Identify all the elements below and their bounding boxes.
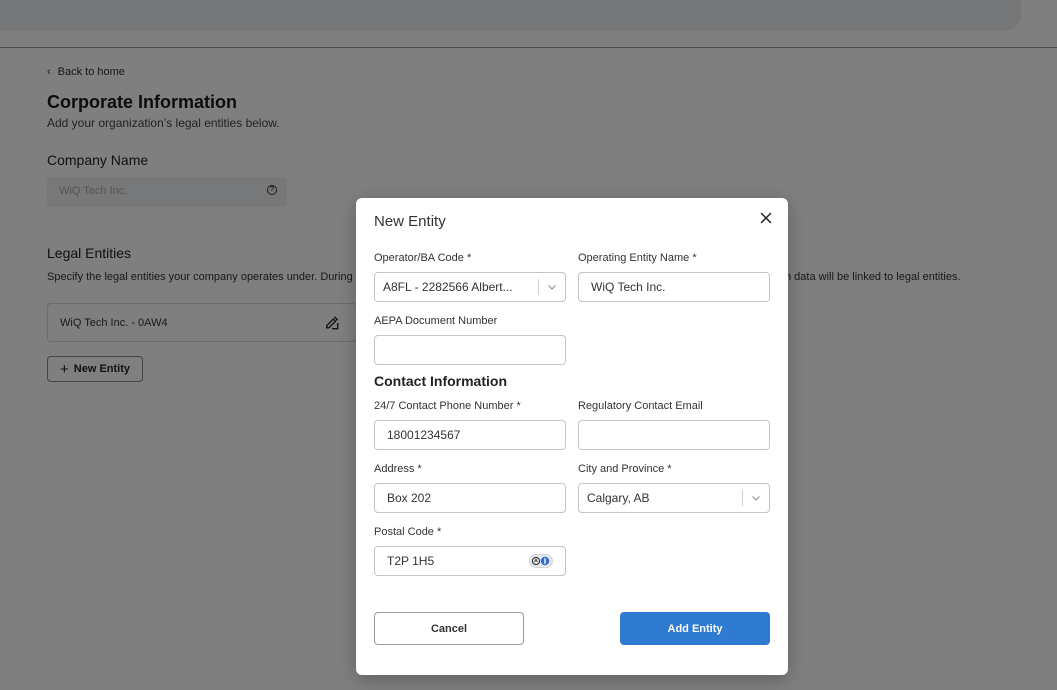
aepa-document-number-label: AEPA Document Number (374, 315, 498, 327)
new-entity-modal: New Entity Operator/BA Code * A8FL - 228… (356, 198, 788, 675)
regulatory-email-input[interactable] (578, 420, 770, 450)
operating-entity-name-input[interactable]: WiQ Tech Inc. (578, 272, 770, 302)
regulatory-email-label: Regulatory Contact Email (578, 400, 703, 412)
postal-code-value: T2P 1H5 (387, 554, 435, 568)
contact-phone-label: 24/7 Contact Phone Number * (374, 400, 521, 412)
operator-code-value: A8FL - 2282566 Albert... (383, 280, 513, 294)
operating-entity-name-label: Operating Entity Name * (578, 252, 697, 264)
close-icon (760, 212, 772, 224)
add-entity-button[interactable]: Add Entity (620, 612, 770, 645)
address-input[interactable]: Box 202 (374, 483, 566, 513)
operator-code-label: Operator/BA Code * (374, 252, 472, 264)
close-button[interactable] (758, 210, 774, 226)
address-label: Address * (374, 463, 422, 475)
aepa-document-number-input[interactable] (374, 335, 566, 365)
city-province-select[interactable]: Calgary, AB (578, 483, 770, 513)
select-separator (538, 279, 539, 295)
postal-code-input[interactable]: T2P 1H5 (374, 546, 566, 576)
cancel-button[interactable]: Cancel (374, 612, 524, 645)
password-manager-icon[interactable] (529, 553, 553, 569)
chevron-down-icon (548, 285, 556, 290)
contact-information-heading: Contact Information (374, 373, 507, 389)
contact-phone-input[interactable]: 18001234567 (374, 420, 566, 450)
select-separator (742, 490, 743, 506)
chevron-down-icon (752, 496, 760, 501)
city-province-label: City and Province * (578, 463, 672, 475)
operator-code-select[interactable]: A8FL - 2282566 Albert... (374, 272, 566, 302)
city-province-value: Calgary, AB (587, 491, 650, 505)
modal-title: New Entity (374, 213, 446, 230)
postal-code-label: Postal Code * (374, 526, 442, 538)
